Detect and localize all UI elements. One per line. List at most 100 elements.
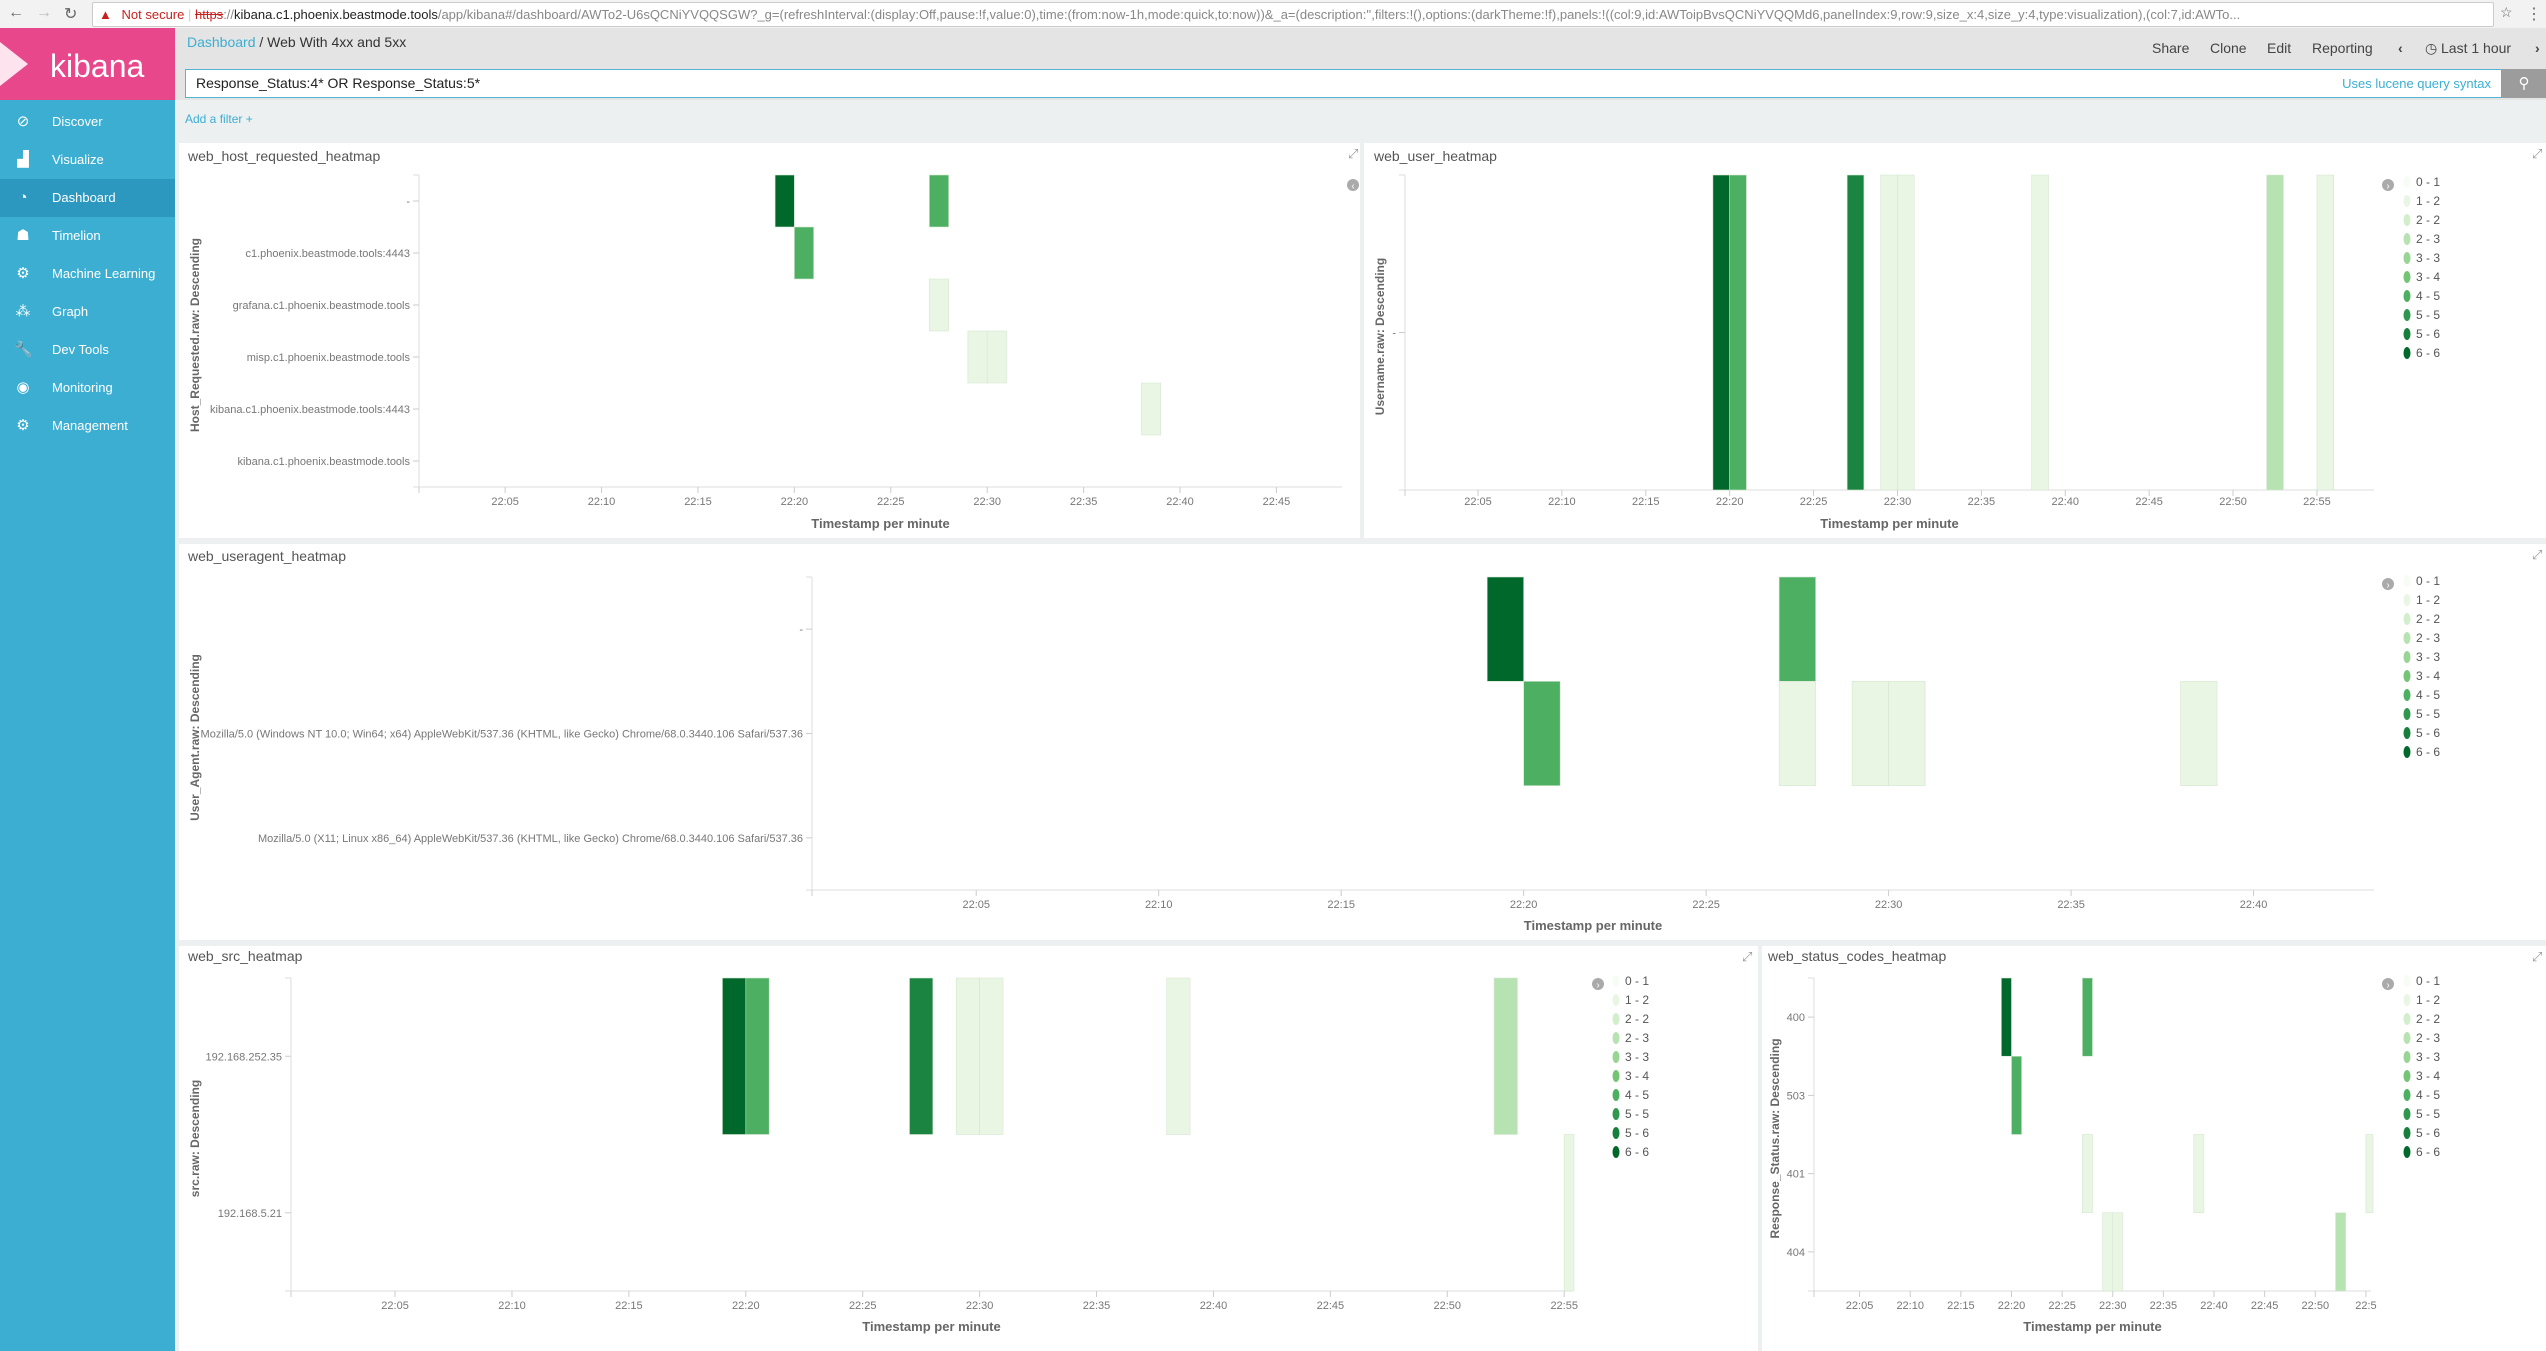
heatmap-cell[interactable] bbox=[1141, 382, 1162, 436]
heatmap-cell[interactable] bbox=[1493, 977, 1518, 1135]
expand-icon[interactable]: ⤢ bbox=[1348, 146, 1358, 161]
legend-swatch[interactable] bbox=[2403, 746, 2411, 758]
legend-label[interactable]: 0 - 1 bbox=[1625, 974, 1649, 988]
legend-swatch[interactable] bbox=[2403, 1013, 2411, 1025]
legend-label[interactable]: 5 - 6 bbox=[2416, 327, 2440, 341]
legend-swatch[interactable] bbox=[2403, 575, 2411, 587]
heatmap-cell[interactable] bbox=[2031, 174, 2049, 491]
legend-label[interactable]: 2 - 3 bbox=[2416, 232, 2440, 246]
legend-swatch[interactable] bbox=[2403, 1070, 2411, 1082]
legend-label[interactable]: 1 - 2 bbox=[2416, 993, 2440, 1007]
expand-icon[interactable]: ⤢ bbox=[2532, 146, 2542, 161]
legend-label[interactable]: 3 - 4 bbox=[2416, 270, 2440, 284]
heatmap-cell[interactable] bbox=[2180, 681, 2218, 786]
legend-swatch[interactable] bbox=[2403, 176, 2411, 188]
legend-label[interactable]: 4 - 5 bbox=[2416, 289, 2440, 303]
legend-label[interactable]: 6 - 6 bbox=[1625, 1145, 1649, 1159]
legend-label[interactable]: 3 - 3 bbox=[2416, 251, 2440, 265]
legend-swatch[interactable] bbox=[2403, 252, 2411, 264]
heatmap-cell[interactable] bbox=[986, 330, 1007, 384]
legend-swatch[interactable] bbox=[2403, 214, 2411, 226]
heatmap-cell[interactable] bbox=[2193, 1134, 2205, 1214]
heatmap-cell[interactable] bbox=[2011, 1055, 2022, 1135]
heatmap-cell[interactable] bbox=[1166, 977, 1191, 1135]
legend-swatch[interactable] bbox=[2403, 347, 2411, 359]
legend-label[interactable]: 0 - 1 bbox=[2416, 974, 2440, 988]
legend-label[interactable]: 6 - 6 bbox=[2416, 346, 2440, 360]
legend-swatch[interactable] bbox=[2403, 594, 2411, 606]
legend-label[interactable]: 1 - 2 bbox=[2416, 593, 2440, 607]
legend-label[interactable]: 2 - 2 bbox=[2416, 1012, 2440, 1026]
heatmap-cell[interactable] bbox=[1880, 174, 1898, 491]
legend-label[interactable]: 5 - 5 bbox=[1625, 1107, 1649, 1121]
heatmap-cell[interactable] bbox=[929, 278, 949, 332]
legend-label[interactable]: 4 - 5 bbox=[2416, 688, 2440, 702]
legend-label[interactable]: 3 - 4 bbox=[2416, 1069, 2440, 1083]
heatmap-cell[interactable] bbox=[1897, 174, 1915, 491]
heatmap-cell[interactable] bbox=[1851, 681, 1889, 786]
legend-swatch[interactable] bbox=[2403, 727, 2411, 739]
legend-swatch[interactable] bbox=[1612, 1127, 1620, 1139]
heatmap-cell[interactable] bbox=[1523, 681, 1561, 786]
heatmap-cell[interactable] bbox=[1846, 174, 1865, 491]
legend-swatch[interactable] bbox=[2403, 708, 2411, 720]
legend-swatch[interactable] bbox=[1612, 1089, 1620, 1101]
legend-swatch[interactable] bbox=[1612, 1013, 1620, 1025]
legend-swatch[interactable] bbox=[1612, 1070, 1620, 1082]
heatmap-cell[interactable] bbox=[1778, 681, 1816, 786]
legend-swatch[interactable] bbox=[2403, 651, 2411, 663]
heatmap-cell[interactable] bbox=[2316, 174, 2335, 491]
heatmap-cell[interactable] bbox=[1712, 174, 1730, 491]
expand-icon[interactable]: ⤢ bbox=[2532, 949, 2542, 964]
heatmap-cell[interactable] bbox=[745, 977, 770, 1135]
legend-label[interactable]: 0 - 1 bbox=[2416, 175, 2440, 189]
legend-swatch[interactable] bbox=[2403, 309, 2411, 321]
heatmap-cell[interactable] bbox=[967, 330, 988, 384]
legend-swatch[interactable] bbox=[2403, 632, 2411, 644]
expand-icon[interactable]: ⤢ bbox=[1742, 949, 1752, 964]
legend-label[interactable]: 3 - 3 bbox=[1625, 1050, 1649, 1064]
legend-label[interactable]: 3 - 4 bbox=[2416, 669, 2440, 683]
legend-swatch[interactable] bbox=[1612, 1032, 1620, 1044]
legend-swatch[interactable] bbox=[2403, 328, 2411, 340]
heatmap-cell[interactable] bbox=[774, 174, 795, 228]
heatmap-cell[interactable] bbox=[2112, 1212, 2124, 1292]
heatmap-cell[interactable] bbox=[1778, 576, 1816, 682]
legend-label[interactable]: 3 - 3 bbox=[2416, 650, 2440, 664]
legend-label[interactable]: 4 - 5 bbox=[1625, 1088, 1649, 1102]
heatmap-cell[interactable] bbox=[929, 174, 949, 228]
legend-label[interactable]: 2 - 2 bbox=[2416, 612, 2440, 626]
legend-swatch[interactable] bbox=[2403, 233, 2411, 245]
legend-label[interactable]: 6 - 6 bbox=[2416, 745, 2440, 759]
heatmap-cell[interactable] bbox=[1486, 576, 1524, 682]
heatmap-cell[interactable] bbox=[2365, 1134, 2374, 1214]
legend-label[interactable]: 4 - 5 bbox=[2416, 1088, 2440, 1102]
legend-swatch[interactable] bbox=[2403, 195, 2411, 207]
heatmap-cell[interactable] bbox=[2335, 1212, 2346, 1292]
legend-label[interactable]: 5 - 5 bbox=[2416, 1107, 2440, 1121]
legend-swatch[interactable] bbox=[1612, 1146, 1620, 1158]
legend-swatch[interactable] bbox=[1612, 1051, 1620, 1063]
heatmap-cell[interactable] bbox=[955, 977, 980, 1135]
heatmap-cell[interactable] bbox=[1888, 681, 1926, 786]
heatmap-cell[interactable] bbox=[794, 226, 814, 280]
legend-swatch[interactable] bbox=[1612, 994, 1620, 1006]
legend-label[interactable]: 2 - 3 bbox=[1625, 1031, 1649, 1045]
legend-label[interactable]: 2 - 2 bbox=[1625, 1012, 1649, 1026]
heatmap-cell[interactable] bbox=[979, 977, 1004, 1135]
legend-swatch[interactable] bbox=[1612, 1108, 1620, 1120]
heatmap-cell[interactable] bbox=[2001, 977, 2012, 1057]
heatmap-cell[interactable] bbox=[2102, 1212, 2114, 1292]
legend-label[interactable]: 5 - 6 bbox=[2416, 1126, 2440, 1140]
legend-swatch[interactable] bbox=[2403, 994, 2411, 1006]
legend-swatch[interactable] bbox=[2403, 1032, 2411, 1044]
legend-label[interactable]: 5 - 5 bbox=[2416, 308, 2440, 322]
legend-swatch[interactable] bbox=[2403, 1146, 2411, 1158]
legend-swatch[interactable] bbox=[2403, 1108, 2411, 1120]
heatmap-cell[interactable] bbox=[1563, 1134, 1575, 1292]
legend-label[interactable]: 5 - 6 bbox=[1625, 1126, 1649, 1140]
legend-swatch[interactable] bbox=[2403, 290, 2411, 302]
legend-label[interactable]: 2 - 3 bbox=[2416, 1031, 2440, 1045]
legend-swatch[interactable] bbox=[2403, 271, 2411, 283]
legend-label[interactable]: 2 - 2 bbox=[2416, 213, 2440, 227]
